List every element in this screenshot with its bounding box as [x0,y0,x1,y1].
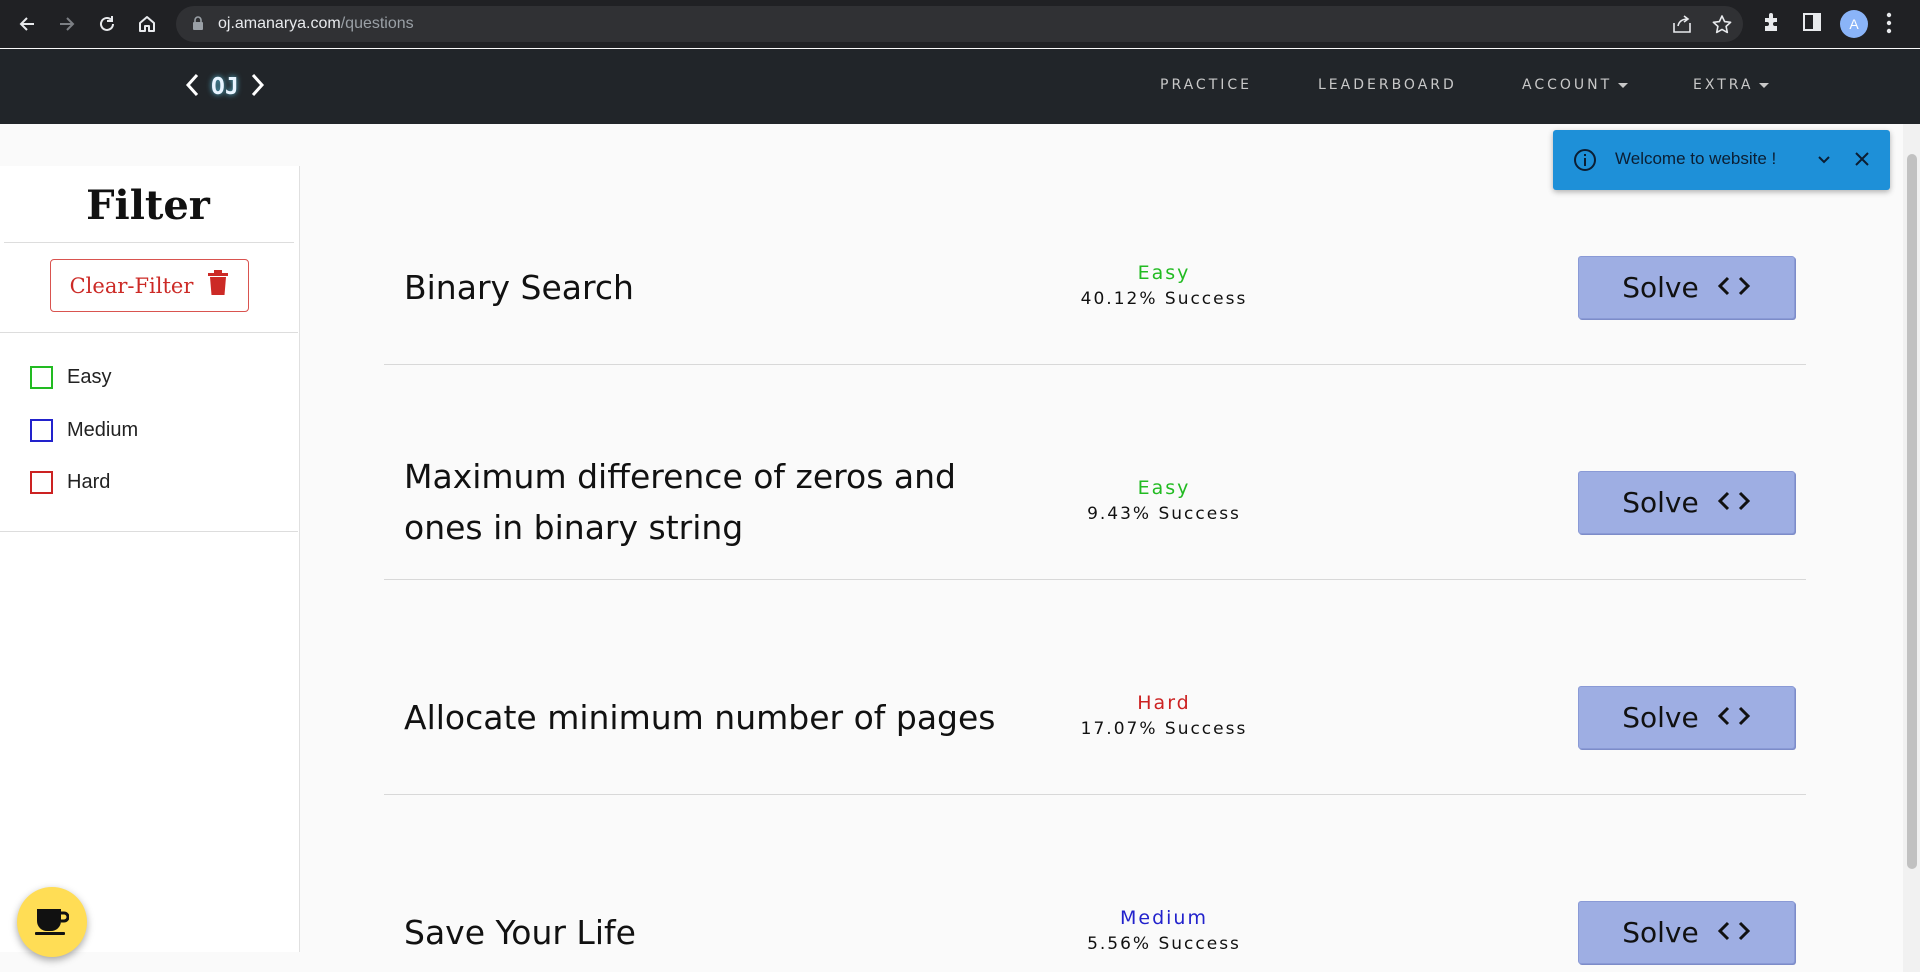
code-brackets-icon [1717,271,1751,304]
url-text: oj.amanarya.com/questions [218,15,414,32]
success-rate: 9.43% Success [1087,504,1241,524]
code-brackets-icon [1717,701,1751,734]
share-icon[interactable] [1672,15,1692,38]
filter-hard[interactable]: Hard [30,471,110,494]
chevron-left-icon [185,72,201,103]
code-brackets-icon [1717,486,1751,519]
filter-title: Filter [86,182,210,229]
back-icon[interactable] [13,10,41,38]
nav-leaderboard-label: LEADERBOARD [1318,77,1457,93]
lock-icon [192,16,204,36]
question-meta: Medium 5.56% Success [1034,905,1294,957]
question-title[interactable]: Save Your Life [404,907,1034,958]
solve-label: Solve [1622,486,1699,519]
chevron-down-icon[interactable] [1817,152,1831,170]
scrollbar-thumb[interactable] [1907,154,1917,869]
easy-checkbox[interactable] [30,366,53,389]
divider [0,531,298,532]
nav-practice-label: PRACTICE [1160,77,1253,93]
coffee-cup-icon [35,905,70,940]
solve-label: Solve [1622,916,1699,949]
site-logo[interactable]: OJ [185,69,265,105]
solve-button[interactable]: Solve [1578,686,1795,749]
hard-label: Hard [67,471,111,493]
medium-checkbox[interactable] [30,419,53,442]
profile-avatar[interactable]: A [1840,10,1868,38]
divider [4,242,294,243]
clear-filter-button[interactable]: Clear-Filter [50,259,249,312]
question-meta: Hard 17.07% Success [1034,690,1294,742]
toast-message: Welcome to website ! [1615,149,1777,168]
difficulty-label: Hard [1137,692,1191,714]
code-brackets-icon [1717,916,1751,949]
side-panel-icon[interactable] [1802,12,1822,37]
nav-practice[interactable]: PRACTICE [1160,77,1252,93]
extensions-icon[interactable] [1762,12,1782,39]
filter-sidebar: Filter Clear-Filter Easy Medium Hard [0,166,300,952]
question-title[interactable]: Binary Search [404,262,1034,313]
question-title[interactable]: Maximum difference of zeros and ones in … [404,451,1034,553]
difficulty-label: Easy [1137,477,1191,499]
solve-label: Solve [1622,701,1699,734]
question-meta: Easy 9.43% Success [1034,475,1294,527]
site-header: OJ PRACTICE LEADERBOARD ACCOUNT EXTRA [0,49,1920,124]
solve-label: Solve [1622,271,1699,304]
question-row: Allocate minimum number of pages Hard 17… [384,580,1806,795]
nav-extra-dropdown[interactable]: EXTRA [1693,77,1770,93]
more-menu-icon[interactable] [1886,12,1892,39]
question-title[interactable]: Allocate minimum number of pages [404,692,1034,743]
forward-icon[interactable] [53,10,81,38]
coffee-button[interactable] [17,887,87,957]
question-meta: Easy 40.12% Success [1034,260,1294,312]
difficulty-label: Medium [1120,907,1208,929]
caret-down-icon [1618,82,1629,88]
trash-icon [207,270,229,301]
question-row: Save Your Life Medium 5.56% Success Solv… [384,795,1806,972]
logo-text: OJ [211,74,239,100]
hard-checkbox[interactable] [30,471,53,494]
nav-account-label: ACCOUNT [1522,77,1613,93]
nav-extra-label: EXTRA [1693,77,1754,93]
success-rate: 40.12% Success [1080,289,1248,309]
nav-leaderboard[interactable]: LEADERBOARD [1318,77,1457,93]
bookmark-star-icon[interactable] [1712,15,1732,39]
success-rate: 5.56% Success [1087,934,1241,954]
easy-label: Easy [67,366,112,388]
browser-toolbar: oj.amanarya.com/questions A [0,0,1920,48]
filter-medium[interactable]: Medium [30,419,138,442]
success-rate: 17.07% Success [1080,719,1248,739]
caret-down-icon [1759,82,1770,88]
question-row: Maximum difference of zeros and ones in … [384,365,1806,580]
chevron-right-icon [249,72,265,103]
medium-label: Medium [67,419,139,441]
welcome-toast: Welcome to website ! [1553,130,1890,190]
divider [0,332,298,333]
solve-button[interactable]: Solve [1578,901,1795,964]
solve-button[interactable]: Solve [1578,256,1795,319]
nav-account-dropdown[interactable]: ACCOUNT [1522,77,1629,93]
info-icon [1573,148,1597,177]
reload-icon[interactable] [93,10,121,38]
address-bar[interactable]: oj.amanarya.com/questions [176,6,1743,42]
solve-button[interactable]: Solve [1578,471,1795,534]
close-icon[interactable] [1854,151,1870,172]
home-icon[interactable] [133,10,161,38]
page-scrollbar[interactable] [1903,124,1920,972]
difficulty-label: Easy [1137,262,1191,284]
filter-easy[interactable]: Easy [30,366,111,389]
clear-filter-label: Clear-Filter [69,273,194,298]
